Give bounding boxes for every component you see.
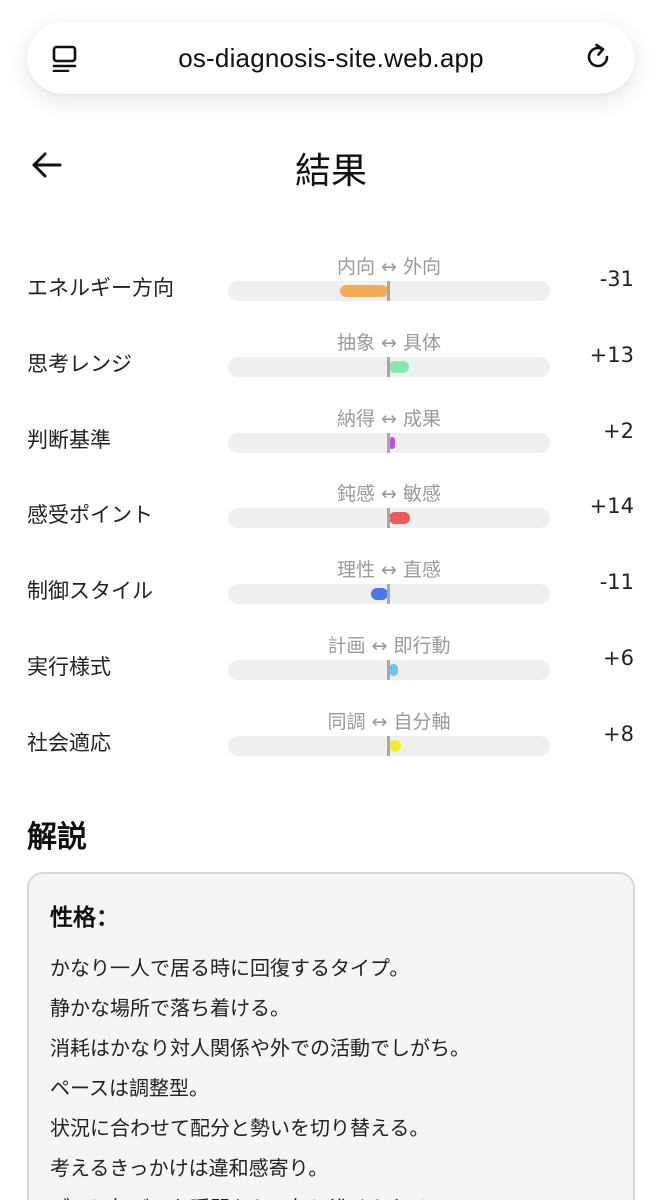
axis-caption: 計画 ↔ 即行動 bbox=[327, 635, 451, 657]
axis-caption: 納得 ↔ 成果 bbox=[337, 408, 441, 430]
score-track bbox=[228, 736, 550, 756]
score-track bbox=[228, 357, 550, 377]
score-row: 思考レンジ 抽象 ↔ 具体 +13 bbox=[0, 328, 662, 404]
score-row: 社会適応 同調 ↔ 自分軸 +8 bbox=[0, 707, 662, 783]
commentary-line: ブレに気づいた瞬間から一気に進められる。 bbox=[50, 1188, 617, 1200]
url-text[interactable]: os-diagnosis-site.web.app bbox=[107, 22, 555, 94]
axis-caption: 鈍感 ↔ 敏感 bbox=[337, 483, 441, 505]
commentary-line: 状況に合わせて配分と勢いを切り替える。 bbox=[50, 1116, 430, 1140]
commentary-line: ペースは調整型。 bbox=[50, 1076, 209, 1100]
center-marker bbox=[387, 508, 390, 528]
commentary-line: 静かな場所で落ち着ける。 bbox=[50, 996, 290, 1020]
commentary-lines: かなり一人で居る時に回復するタイプ。 静かな場所で落ち着ける。 消耗はかなり対人… bbox=[50, 948, 617, 1200]
score-value: +6 bbox=[603, 646, 634, 670]
score-bar bbox=[388, 512, 411, 524]
reload-icon[interactable] bbox=[583, 42, 613, 72]
tabs-icon[interactable] bbox=[51, 44, 79, 72]
score-value: +14 bbox=[589, 494, 634, 518]
score-row: 感受ポイント 鈍感 ↔ 敏感 +14 bbox=[0, 479, 662, 555]
score-value: -11 bbox=[599, 570, 634, 594]
score-row: 制御スタイル 理性 ↔ 直感 -11 bbox=[0, 555, 662, 631]
dimension-label: 社会適応 bbox=[27, 731, 111, 755]
score-row: 判断基準 納得 ↔ 成果 +2 bbox=[0, 404, 662, 480]
center-marker bbox=[387, 660, 390, 680]
commentary-line: 消耗はかなり対人関係や外での活動でしがち。 bbox=[50, 1036, 470, 1060]
score-track bbox=[228, 584, 550, 604]
score-bar bbox=[340, 285, 389, 297]
browser-address-bar: os-diagnosis-site.web.app bbox=[27, 22, 635, 94]
dimension-label: 制御スタイル bbox=[27, 579, 153, 603]
score-track bbox=[228, 433, 550, 453]
center-marker bbox=[387, 357, 390, 377]
score-bar bbox=[371, 588, 389, 600]
score-bar bbox=[388, 361, 409, 373]
score-value: +13 bbox=[589, 343, 634, 367]
score-value: -31 bbox=[599, 267, 634, 291]
dimension-label: 実行様式 bbox=[27, 655, 111, 679]
score-value: +8 bbox=[603, 722, 634, 746]
score-row: 実行様式 計画 ↔ 即行動 +6 bbox=[0, 631, 662, 707]
commentary-line: かなり一人で居る時に回復するタイプ。 bbox=[50, 956, 410, 980]
score-track bbox=[228, 660, 550, 680]
axis-caption: 抽象 ↔ 具体 bbox=[337, 332, 441, 354]
score-bar bbox=[388, 740, 401, 752]
center-marker bbox=[387, 281, 390, 301]
page-title: 結果 bbox=[294, 151, 367, 192]
center-marker bbox=[387, 584, 390, 604]
axis-caption: 理性 ↔ 直感 bbox=[337, 559, 441, 581]
dimension-label: 判断基準 bbox=[27, 428, 111, 452]
axis-caption: 同調 ↔ 自分軸 bbox=[327, 711, 451, 733]
dimension-label: 思考レンジ bbox=[27, 352, 132, 376]
score-value: +2 bbox=[603, 419, 634, 443]
axis-caption: 内向 ↔ 外向 bbox=[337, 256, 441, 278]
commentary-line: 考えるきっかけは違和感寄り。 bbox=[50, 1156, 329, 1180]
score-track bbox=[228, 508, 550, 528]
score-row: エネルギー方向 内向 ↔ 外向 -31 bbox=[0, 252, 662, 328]
center-marker bbox=[387, 433, 390, 453]
commentary-card: 性格： かなり一人で居る時に回復するタイプ。 静かな場所で落ち着ける。 消耗はか… bbox=[27, 872, 635, 1200]
card-heading: 性格： bbox=[50, 905, 119, 931]
section-title-commentary: 解説 bbox=[27, 820, 87, 855]
dimension-label: 感受ポイント bbox=[27, 503, 153, 527]
dimension-label: エネルギー方向 bbox=[27, 276, 174, 300]
center-marker bbox=[387, 736, 390, 756]
score-track bbox=[228, 281, 550, 301]
